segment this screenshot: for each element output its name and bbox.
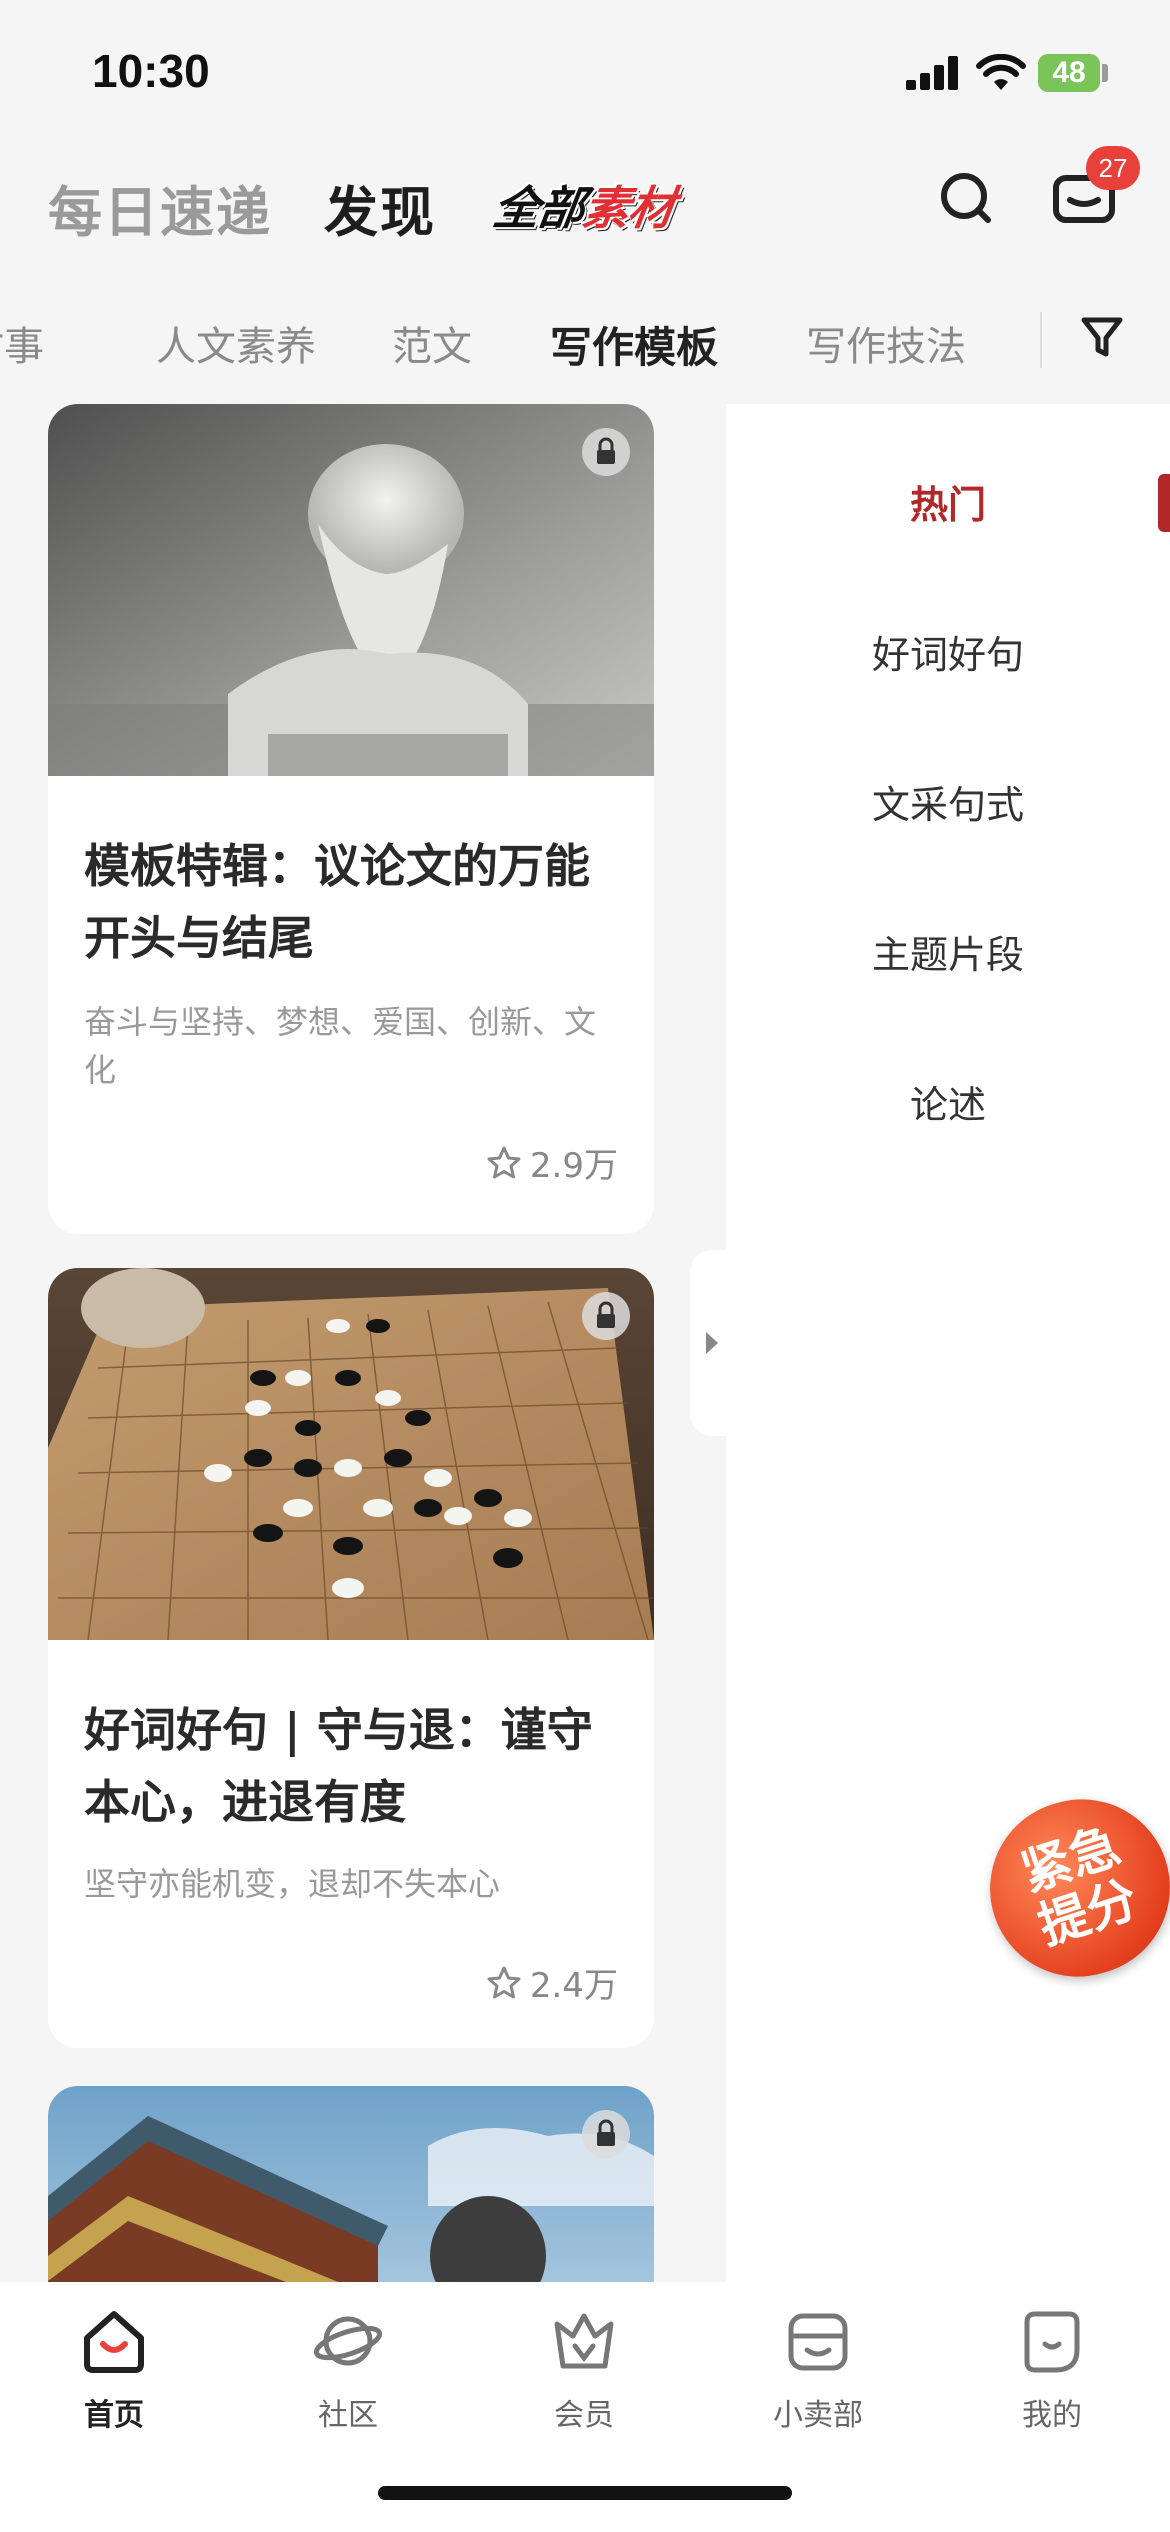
nav-label: 会员 — [554, 2398, 614, 2433]
card-image-go-board — [48, 1268, 654, 1640]
nav-label: 社区 — [318, 2398, 378, 2433]
chevron-right-icon — [706, 1332, 718, 1354]
filter-icon[interactable] — [1080, 314, 1124, 360]
nav-label: 首页 — [84, 2398, 144, 2433]
nav-label: 我的 — [1022, 2398, 1082, 2433]
tab-daily-express[interactable]: 每日速递 — [48, 168, 272, 247]
lock-icon — [582, 428, 630, 476]
signal-icon — [906, 56, 958, 90]
nav-membership[interactable]: 会员 — [514, 2306, 654, 2434]
star-icon — [487, 1966, 521, 1998]
card-description: 奋斗与坚持、梦想、爱国、创新、文化 — [84, 1003, 597, 1089]
likes-count: 2.9万 — [529, 1146, 618, 1186]
card-likes[interactable]: 2.4万 — [486, 1958, 618, 2007]
battery-indicator: 48 — [1038, 54, 1100, 92]
card-description: 坚守亦能机变，退却不失本心 — [84, 1865, 501, 1903]
crown-icon — [554, 2313, 614, 2369]
star-icon — [487, 1146, 521, 1178]
category-tab[interactable]: 时事 — [0, 314, 44, 372]
card-title: 好词好句 | 守与退：谨守本心，进退有度 — [84, 1703, 593, 1829]
category-tab[interactable]: 写作技法 — [806, 314, 966, 372]
tab-all-materials[interactable]: 全部素材 — [489, 172, 678, 238]
side-menu: 热门 好词好句 文采句式 主题片段 论述 — [726, 404, 1170, 2284]
nav-profile[interactable]: 我的 — [982, 2306, 1122, 2434]
shop-icon — [788, 2313, 848, 2371]
likes-count: 2.4万 — [529, 1966, 618, 2006]
profile-icon — [1024, 2311, 1080, 2373]
collapse-panel-button[interactable] — [690, 1250, 734, 1436]
notification-badge: 27 — [1086, 146, 1140, 190]
logo-text-b: 素材 — [579, 181, 678, 235]
card-image-statue — [48, 404, 654, 776]
nav-shop[interactable]: 小卖部 — [748, 2306, 888, 2434]
status-time: 10:30 — [92, 45, 210, 97]
category-tab[interactable]: 范文 — [392, 314, 472, 372]
home-indicator — [378, 2486, 792, 2500]
category-tabs: 时事 人文素养 范文 写作模板 写作技法 — [0, 300, 1040, 380]
lock-icon — [582, 1292, 630, 1340]
side-item-good-words[interactable]: 好词好句 — [726, 624, 1170, 679]
card-title: 模板特辑：议论文的万能开头与结尾 — [84, 839, 590, 965]
divider — [1040, 312, 1042, 368]
wifi-icon — [976, 54, 1026, 90]
side-item-sentence-patterns[interactable]: 文采句式 — [726, 774, 1170, 829]
home-icon — [84, 2311, 144, 2373]
article-card[interactable]: 模板特辑：议论文的万能开头与结尾 奋斗与坚持、梦想、爱国、创新、文化 2.9万 — [48, 404, 654, 1234]
nav-community[interactable]: 社区 — [278, 2306, 418, 2434]
active-indicator — [1158, 474, 1170, 532]
nav-home[interactable]: 首页 — [44, 2306, 184, 2434]
side-item-theme-passages[interactable]: 主题片段 — [726, 924, 1170, 979]
category-tab-active[interactable]: 写作模板 — [550, 314, 718, 375]
card-likes[interactable]: 2.9万 — [486, 1138, 618, 1187]
article-card[interactable]: 好词好句 | 守与退：谨守本心，进退有度 坚守亦能机变，退却不失本心 2.4万 — [48, 1268, 654, 2048]
search-icon[interactable] — [938, 170, 994, 226]
battery-tip — [1102, 64, 1108, 82]
nav-label: 小卖部 — [773, 2398, 863, 2433]
category-tab[interactable]: 人文素养 — [156, 314, 316, 372]
side-item-hot[interactable]: 热门 — [726, 474, 1170, 529]
planet-icon — [313, 2316, 383, 2366]
side-item-argument[interactable]: 论述 — [726, 1074, 1170, 1129]
lock-icon — [582, 2110, 630, 2158]
logo-text-a: 全部 — [489, 181, 588, 235]
tab-discover[interactable]: 发现 — [324, 168, 436, 247]
